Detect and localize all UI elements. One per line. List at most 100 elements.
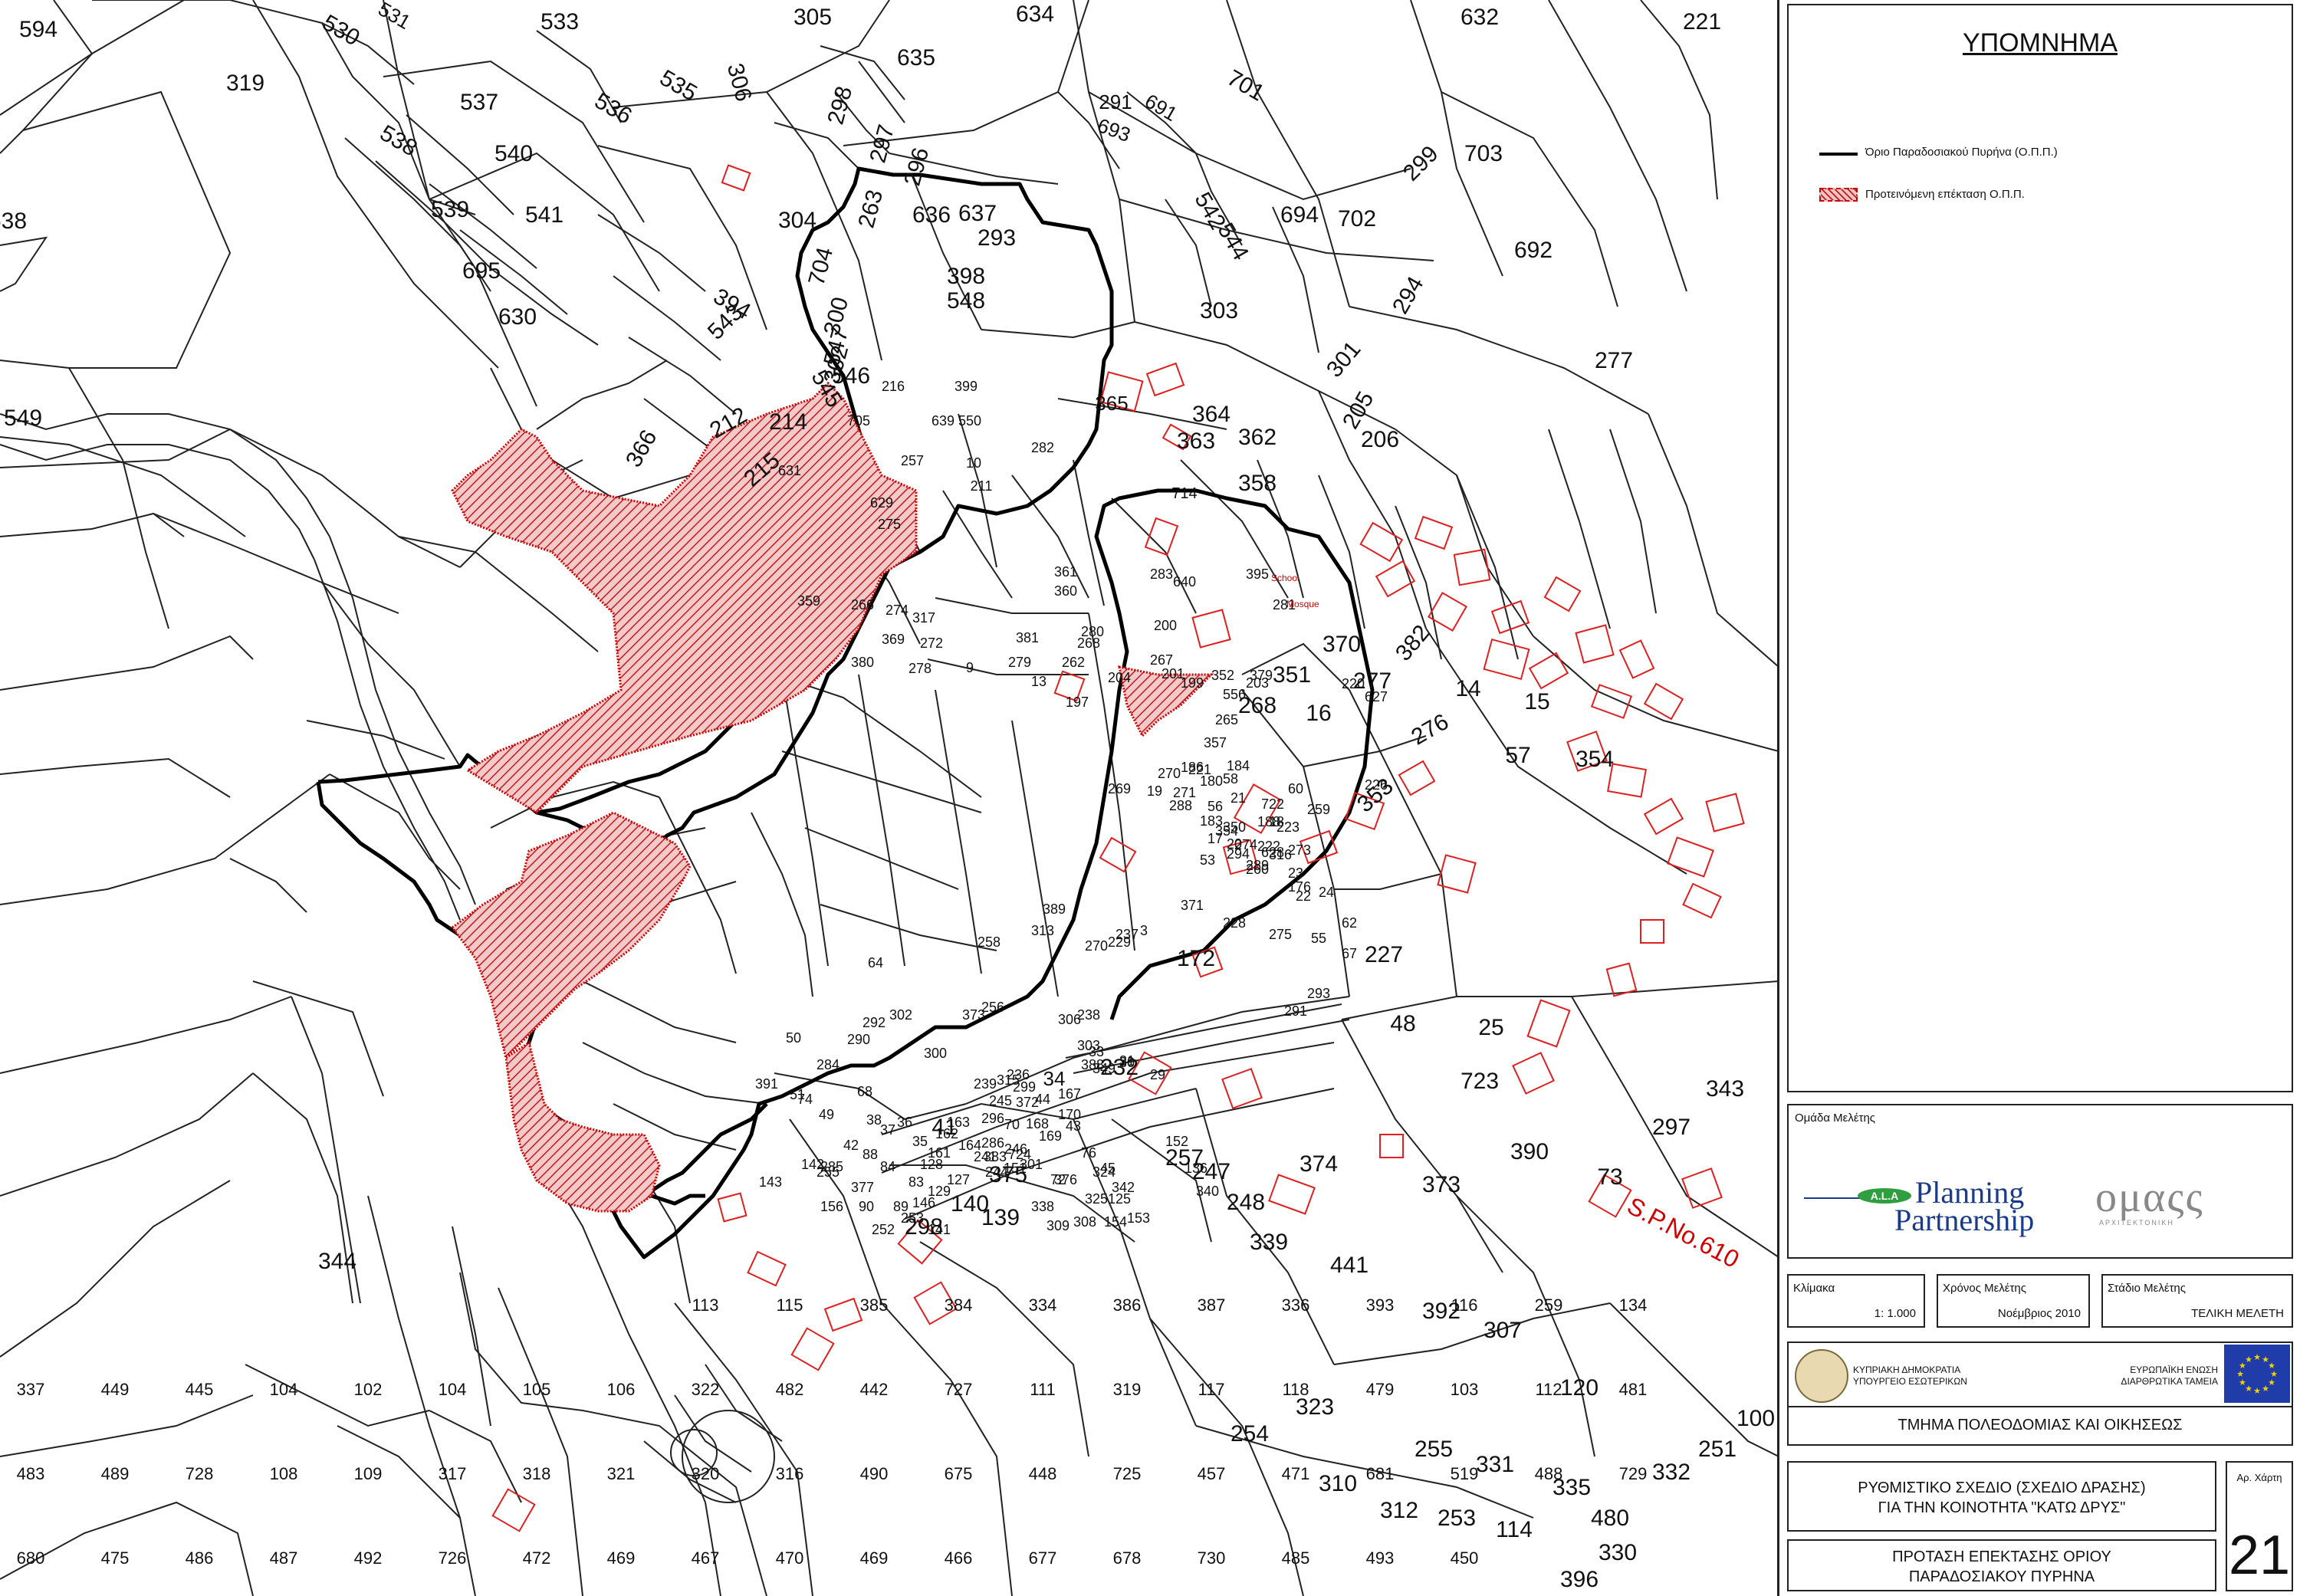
parcel-number: 695	[462, 258, 501, 284]
parcel-number: 469	[607, 1548, 636, 1568]
legend-boundary-swatch	[1819, 153, 1858, 156]
parcel-number: 490	[860, 1464, 889, 1483]
extension-area-southwest[interactable]	[504, 1040, 661, 1213]
parcel-number: 200	[1154, 618, 1177, 633]
parcel-number: 283	[1150, 566, 1173, 582]
parcel-number: 340	[1196, 1184, 1219, 1199]
parcel-number: 359	[797, 593, 820, 609]
map-number: 21	[2228, 1525, 2291, 1586]
parcel-number: 725	[1113, 1464, 1142, 1483]
parcel-number: 293	[1307, 986, 1330, 1001]
parcel-number: 635	[897, 45, 935, 71]
parcel-number: 251	[1698, 1437, 1737, 1462]
parcel-number: 638	[0, 209, 27, 234]
map-number-label: Αρ. Χάρτη	[2236, 1472, 2282, 1483]
map-number-box: Αρ. Χάρτη 21	[2226, 1461, 2293, 1591]
parcel-number: 60	[1288, 781, 1303, 796]
department-title: ΤΜΗΜΑ ΠΟΛΕΟΔΟΜΙΑΣ ΚΑΙ ΟΙΚΗΣΕΩΣ	[1898, 1417, 2183, 1433]
eu-star-icon: ★	[2253, 1387, 2261, 1396]
proposed-extension-areas[interactable]	[450, 381, 1214, 1213]
parcel-number: 108	[270, 1464, 298, 1483]
parcel-number: 531	[374, 0, 415, 34]
omada-logo-sub: ΑΡΧΙΤΕΚΤΟΝΙΚΗ	[2099, 1219, 2174, 1227]
parcel-number: 296	[899, 145, 934, 189]
parcel-number: 112	[1535, 1380, 1562, 1399]
parcel-number: 143	[759, 1174, 782, 1190]
parcel-number: 278	[909, 661, 932, 676]
parcel-number: 362	[1238, 425, 1276, 450]
project-title-box: ΡΥΘΜΙΣΤΙΚΟ ΣΧΕΔΙΟ (ΣΧΕΔΙΟ ΔΡΑΣΗΣ) ΓΙΑ ΤΗ…	[1787, 1461, 2216, 1532]
parcel-number: 302	[889, 1007, 912, 1023]
parcel-number: 35	[912, 1134, 928, 1149]
parcel-number: 279	[1008, 655, 1031, 670]
parcel-number: 116	[1451, 1296, 1477, 1315]
parcel-number: 211	[971, 478, 993, 494]
parcel-number: 316	[776, 1464, 804, 1483]
map-label-sp-610: S.P.No.610	[1623, 1191, 1744, 1273]
parcel-number: 74	[797, 1092, 813, 1107]
parcel-number: 272	[920, 635, 943, 651]
parcel-number: 449	[101, 1380, 130, 1399]
parcel-number: 319	[1113, 1380, 1142, 1399]
parcel-number: 259	[1535, 1296, 1563, 1315]
parcel-number-labels: 594 530 531 533 305 634 632 221319537 536535 3062…	[0, 0, 1775, 1592]
extension-area-west[interactable]	[450, 811, 692, 1060]
parcel-number: 301	[1322, 337, 1365, 383]
eu-star-icon: ★	[2245, 1355, 2252, 1364]
map-label-school: School	[1271, 573, 1300, 583]
parcel-number: 694	[1280, 202, 1319, 228]
eu-star-icon: ★	[2262, 1384, 2269, 1394]
parcel-number: 89	[893, 1199, 909, 1214]
parcel-number: 354	[1576, 747, 1614, 772]
parcel-number: 256	[981, 1000, 1004, 1015]
parcel-number: 154	[1104, 1214, 1127, 1230]
cadastral-map[interactable]: 594 530 531 533 305 634 632 221319537 536535 3062…	[0, 0, 1779, 1596]
authority-box: ΚΥΠΡΙΑΚΗ ΔΗΜΟΚΡΑΤΙΑ ΥΠΟΥΡΓΕΙΟ ΕΣΩΤΕΡΙΚΩΝ…	[1787, 1341, 2293, 1446]
parcel-number: 290	[847, 1032, 870, 1047]
parcel-number: 445	[186, 1380, 214, 1399]
parcel-number: 441	[1330, 1253, 1368, 1278]
parcel-number: 399	[955, 379, 978, 394]
parcel-number: 313	[1031, 923, 1054, 938]
parcel-number: 308	[1073, 1214, 1096, 1230]
study-date-box: Χρόνος Μελέτης Νοέμβριος 2010	[1937, 1274, 2090, 1328]
parcel-number: 30	[1119, 1055, 1135, 1070]
parcel-number: 470	[776, 1548, 804, 1568]
republic-text: ΚΥΠΡΙΑΚΗ ΔΗΜΟΚΡΑΤΙΑ ΥΠΟΥΡΓΕΙΟ ΕΣΩΤΕΡΙΚΩΝ	[1853, 1364, 1967, 1387]
parcel-number: 227	[1365, 942, 1403, 967]
parcel-number: 262	[1062, 655, 1085, 670]
parcel-number: 297	[865, 122, 899, 166]
parcel-number: 226	[1365, 777, 1388, 793]
parcel-number: 248	[1227, 1190, 1265, 1215]
parcel-number: 704	[803, 245, 838, 288]
parcel-number: 723	[1460, 1069, 1499, 1094]
map-subtitle-line1: ΠΡΟΤΑΣΗ ΕΠΕΚΤΑΣΗΣ ΟΡΙΟΥ	[1892, 1548, 2111, 1565]
parcel-number: 273	[1288, 842, 1311, 858]
legend-item-extension-label: Προτεινόμενη επέκταση Ο.Π.Π.	[1865, 188, 2025, 201]
parcel-number: 485	[1282, 1548, 1310, 1568]
extension-area-north[interactable]	[451, 381, 918, 814]
parcel-number: 292	[863, 1015, 886, 1030]
parcel-number: 125	[1108, 1191, 1131, 1207]
parcel-number: 486	[186, 1548, 214, 1568]
parcel-number: 318	[523, 1464, 551, 1483]
parcel-number: 343	[1706, 1076, 1744, 1102]
parcel-number: 304	[778, 208, 816, 233]
parcel-number: 220	[1342, 676, 1365, 691]
parcel-number: 385	[860, 1296, 889, 1315]
parcel-number: 127	[947, 1172, 970, 1187]
parcel-number: 100	[1737, 1406, 1775, 1431]
parcel-number: 305	[794, 5, 832, 30]
parcel-number: 358	[1238, 471, 1276, 496]
parcel-number: 68	[857, 1084, 872, 1099]
parcel-number: 681	[1366, 1464, 1395, 1483]
parcel-number: 714	[1171, 485, 1197, 502]
parcel-number: 88	[863, 1147, 878, 1162]
parcel-number: 255	[1414, 1437, 1453, 1462]
parcel-number: 393	[1366, 1296, 1395, 1315]
parcel-number: 284	[816, 1057, 840, 1072]
parcel-number: 197	[1066, 695, 1089, 710]
parcel-number: 221	[1188, 762, 1211, 777]
parcel-number: 639	[932, 413, 955, 429]
parcel-number: 675	[945, 1464, 973, 1483]
